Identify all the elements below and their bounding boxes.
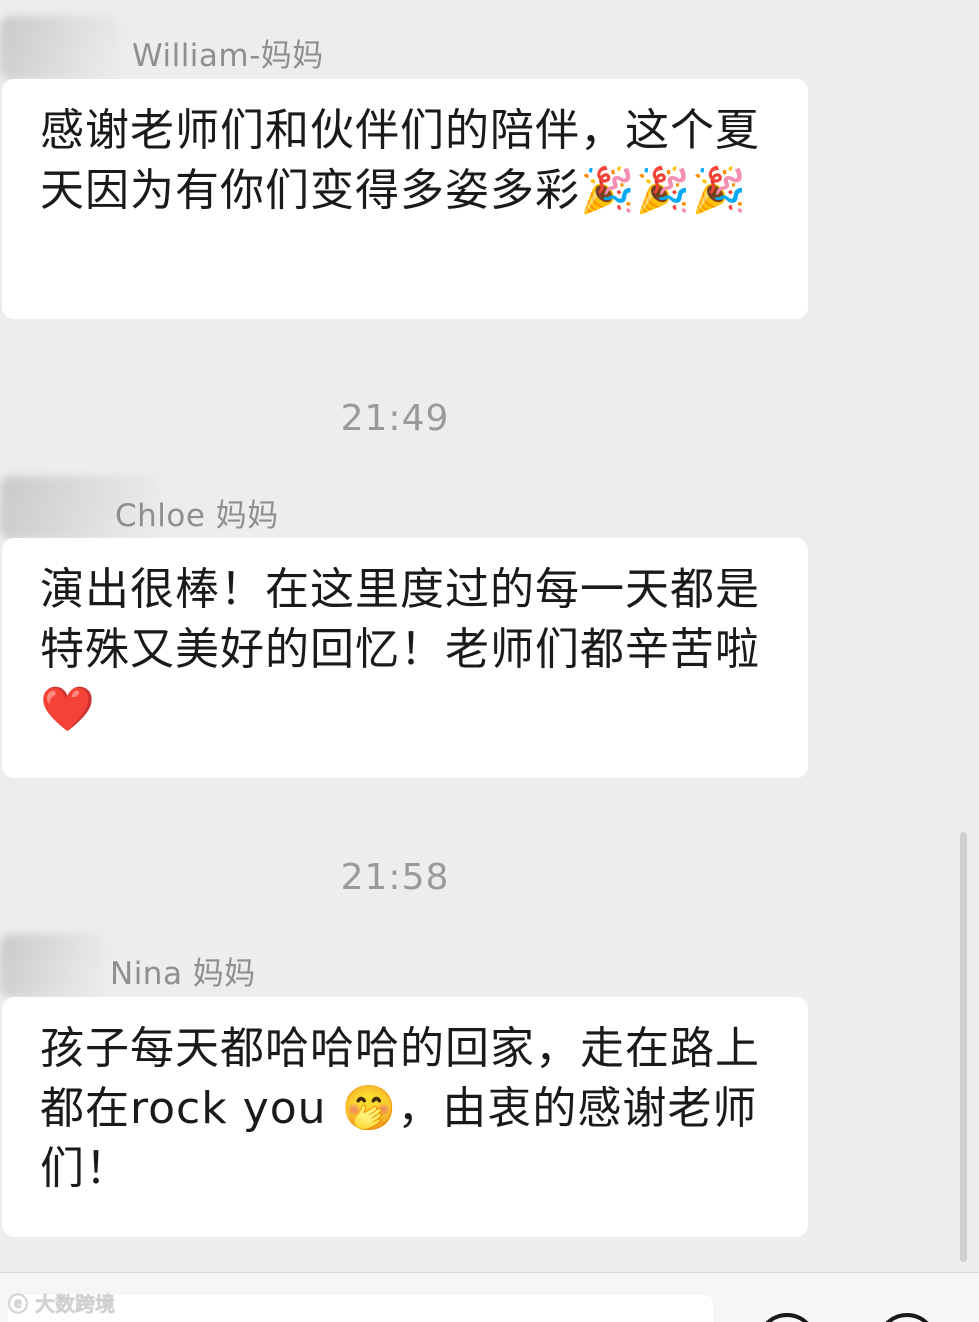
watermark-text: 大数跨境: [34, 1292, 115, 1316]
scrollbar[interactable]: [960, 832, 967, 1262]
sender-row: Chloe 妈妈: [0, 470, 979, 540]
plus-icon[interactable]: [877, 1313, 937, 1322]
message-bubble[interactable]: 感谢老师们和伙伴们的陪伴，这个夏天因为有你们变得多姿多彩🎉🎉🎉: [2, 79, 808, 319]
sender-row: Nina 妈妈: [0, 928, 979, 998]
message-text: 感谢老师们和伙伴们的陪伴，这个夏天因为有你们变得多姿多彩🎉🎉🎉: [40, 105, 760, 216]
avatar[interactable]: [0, 934, 104, 998]
message-timestamp: 21:49: [340, 398, 450, 439]
input-bar: [0, 1272, 979, 1322]
sender-name: Chloe 妈妈: [115, 498, 279, 534]
watermark: ⓔ 大数跨境: [8, 1288, 115, 1317]
emoji-icon[interactable]: [757, 1313, 817, 1322]
sender-row: William-妈妈: [0, 10, 979, 80]
message-bubble[interactable]: 演出很棒！在这里度过的每一天都是特殊又美好的回忆！老师们都辛苦啦❤️: [2, 538, 808, 778]
watermark-logo-icon: ⓔ: [8, 1292, 35, 1316]
sender-name: Nina 妈妈: [110, 956, 256, 992]
sender-name: William-妈妈: [132, 38, 324, 74]
message-bubble[interactable]: 孩子每天都哈哈哈的回家，走在路上都在rock you 🤭，由衷的感谢老师们！: [2, 997, 808, 1237]
message-text: 演出很棒！在这里度过的每一天都是特殊又美好的回忆！老师们都辛苦啦❤️: [40, 564, 760, 735]
chat-window: William-妈妈 感谢老师们和伙伴们的陪伴，这个夏天因为有你们变得多姿多彩🎉…: [0, 0, 979, 1322]
message-timestamp: 21:58: [340, 857, 450, 898]
message-text: 孩子每天都哈哈哈的回家，走在路上都在rock you 🤭，由衷的感谢老师们！: [40, 1023, 760, 1194]
avatar[interactable]: [0, 16, 120, 80]
